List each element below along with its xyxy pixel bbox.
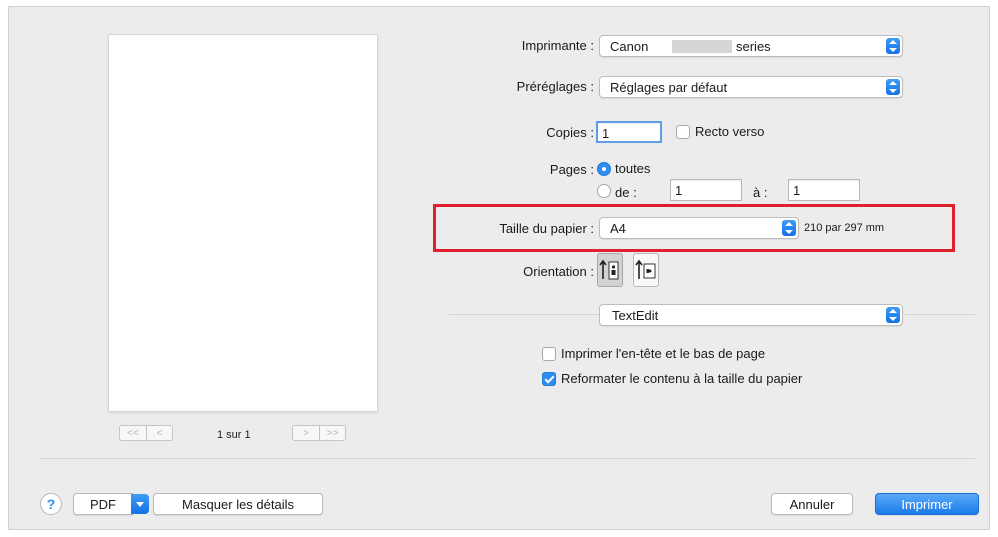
chevron-updown-icon bbox=[886, 79, 900, 95]
page-preview bbox=[109, 35, 377, 411]
pages-to-value: 1 bbox=[793, 183, 801, 198]
landscape-orientation-icon bbox=[635, 259, 656, 279]
pages-label: Pages : bbox=[549, 162, 594, 177]
printer-select[interactable]: Canon series bbox=[599, 35, 903, 57]
cancel-button[interactable]: Annuler bbox=[771, 493, 853, 515]
printer-value: Canon bbox=[610, 39, 649, 54]
print-dialog: << < 1 sur 1 > >> Imprimante : Canon ser… bbox=[8, 6, 990, 530]
presets-value: Réglages par défaut bbox=[610, 80, 728, 95]
printer-value-suffix: series bbox=[736, 39, 771, 54]
pages-range-radio[interactable] bbox=[597, 184, 611, 198]
first-page-button[interactable]: << bbox=[120, 426, 146, 440]
chevron-updown-icon bbox=[782, 220, 796, 236]
paper-size-select[interactable]: A4 bbox=[599, 217, 799, 239]
copies-label: Copies : bbox=[546, 125, 594, 140]
duplex-label: Recto verso bbox=[695, 124, 765, 139]
chevron-updown-icon bbox=[886, 307, 900, 323]
portrait-orientation-button[interactable] bbox=[597, 253, 623, 287]
page-indicator: 1 sur 1 bbox=[217, 429, 251, 441]
printer-label: Imprimante : bbox=[521, 38, 594, 53]
rewrap-content-checkbox[interactable] bbox=[542, 372, 556, 386]
pages-range-label: de : bbox=[615, 185, 637, 200]
paper-size-label: Taille du papier : bbox=[499, 221, 594, 236]
pages-to-field[interactable]: 1 bbox=[788, 179, 860, 201]
duplex-checkbox[interactable] bbox=[676, 125, 690, 139]
pages-all-label: toutes bbox=[615, 161, 651, 176]
last-page-button[interactable]: >> bbox=[319, 426, 345, 440]
pages-all-radio[interactable] bbox=[597, 162, 611, 176]
printer-name-redaction bbox=[672, 40, 732, 53]
copies-field[interactable]: 1 bbox=[596, 121, 662, 143]
orientation-label: Orientation : bbox=[523, 264, 594, 279]
help-button[interactable]: ? bbox=[40, 493, 62, 515]
chevron-updown-icon bbox=[886, 38, 900, 54]
pages-from-field[interactable]: 1 bbox=[670, 179, 742, 201]
paper-size-dimensions: 210 par 297 mm bbox=[804, 222, 885, 234]
pages-to-label: à : bbox=[753, 185, 768, 200]
section-divider-left bbox=[449, 314, 599, 315]
footer-divider bbox=[39, 458, 975, 459]
presets-select[interactable]: Réglages par défaut bbox=[599, 76, 903, 98]
app-section-value: TextEdit bbox=[612, 308, 659, 323]
header-footer-label: Imprimer l'en-tête et le bas de page bbox=[561, 346, 766, 361]
paper-size-value: A4 bbox=[610, 221, 626, 236]
app-section-select[interactable]: TextEdit bbox=[599, 304, 903, 326]
chevron-down-icon[interactable] bbox=[131, 494, 149, 514]
rewrap-content-label: Reformater le contenu à la taille du pap… bbox=[561, 371, 803, 386]
print-button[interactable]: Imprimer bbox=[875, 493, 979, 515]
pages-from-value: 1 bbox=[675, 183, 683, 198]
pager-back-group: << < bbox=[119, 425, 173, 441]
previous-page-button[interactable]: < bbox=[146, 426, 172, 440]
landscape-orientation-button[interactable] bbox=[633, 253, 659, 287]
presets-label: Préréglages : bbox=[516, 79, 594, 94]
hide-details-button[interactable]: Masquer les détails bbox=[153, 493, 323, 515]
header-footer-checkbox[interactable] bbox=[542, 347, 556, 361]
portrait-orientation-icon bbox=[599, 259, 619, 280]
next-page-button[interactable]: > bbox=[293, 426, 319, 440]
section-divider-right bbox=[905, 314, 975, 315]
question-icon: ? bbox=[46, 496, 56, 512]
pdf-menu-button[interactable]: PDF bbox=[73, 493, 133, 515]
pager-forward-group: > >> bbox=[292, 425, 346, 441]
copies-value: 1 bbox=[602, 126, 610, 141]
